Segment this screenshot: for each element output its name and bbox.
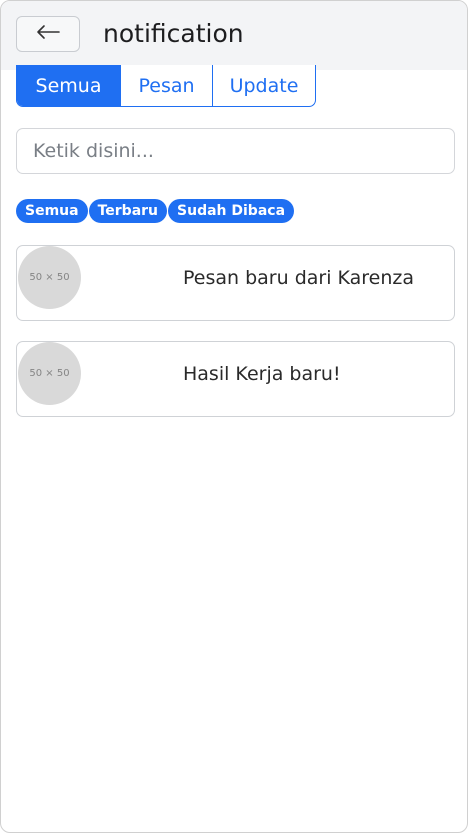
filter-chip-sudah-dibaca[interactable]: Sudah Dibaca: [168, 199, 295, 223]
tab-pesan[interactable]: Pesan: [120, 65, 212, 106]
filter-chip-semua[interactable]: Semua: [16, 199, 88, 223]
notification-card[interactable]: 50 × 50 Hasil Kerja baru!: [16, 341, 455, 417]
header-bar: notification: [1, 1, 467, 70]
notification-text: Pesan baru dari Karenza: [183, 267, 415, 289]
back-button[interactable]: [16, 16, 80, 52]
notification-text: Hasil Kerja baru!: [183, 363, 341, 385]
filter-chips: Semua Terbaru Sudah Dibaca: [16, 199, 295, 223]
search-input[interactable]: [16, 128, 455, 174]
avatar-placeholder: 50 × 50: [18, 246, 81, 309]
arrow-left-icon: [35, 24, 61, 44]
filter-chip-terbaru[interactable]: Terbaru: [88, 199, 168, 223]
tab-update[interactable]: Update: [212, 65, 315, 106]
notification-card[interactable]: 50 × 50 Pesan baru dari Karenza: [16, 245, 455, 321]
tab-semua[interactable]: Semua: [17, 65, 120, 106]
tab-bar: Semua Pesan Update: [16, 65, 316, 107]
avatar-placeholder: 50 × 50: [18, 342, 81, 405]
app-frame: notification Semua Pesan Update Semua Te…: [0, 0, 468, 833]
page-title: notification: [103, 19, 244, 48]
